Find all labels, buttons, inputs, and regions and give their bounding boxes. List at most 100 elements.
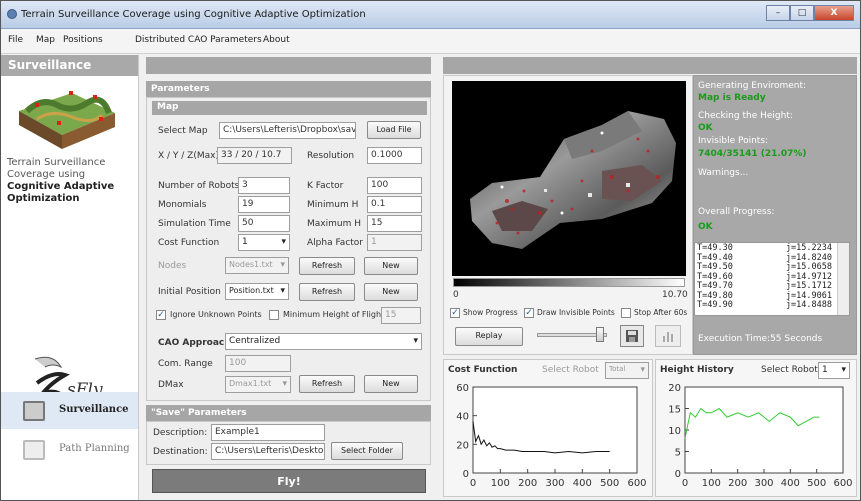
map-path-input[interactable]: C:\Users\Lefteris\Dropbox\savv xyxy=(219,122,356,139)
y-tick-label: 10 xyxy=(668,426,681,437)
height-history-title: Height History xyxy=(660,365,734,375)
y-tick-label: 0 xyxy=(675,469,681,480)
nodes-refresh-button[interactable]: Refresh xyxy=(299,257,355,275)
menu-positions[interactable]: Positions xyxy=(63,35,103,45)
ignore-unknown-checkbox[interactable]: ✓ xyxy=(156,310,166,320)
menu-about[interactable]: About xyxy=(263,35,290,45)
min-height-flight-checkbox[interactable] xyxy=(269,310,279,320)
x-tick-label: 0 xyxy=(470,478,476,489)
k-factor-input[interactable]: 100 xyxy=(367,177,422,194)
replay-button[interactable]: Replay xyxy=(455,327,523,346)
monomials-label: Monomials xyxy=(158,200,207,210)
terrain-logo xyxy=(19,91,115,149)
maximum-h-input[interactable]: 15 xyxy=(367,215,422,232)
position-new-button[interactable]: New xyxy=(364,283,418,301)
chart-view-button[interactable] xyxy=(655,325,681,347)
num-robots-input[interactable]: 3 xyxy=(238,177,290,194)
y-tick-label: 60 xyxy=(456,383,469,394)
app-icon xyxy=(7,9,17,19)
cost-function-chart: 02040600 100 200 300 400 500 600 xyxy=(456,383,646,489)
stop-after-checkbox[interactable] xyxy=(621,308,631,318)
cao-approach-select[interactable]: Centralized xyxy=(225,333,422,350)
log-scrollbar[interactable] xyxy=(837,243,849,315)
overall-ok-status: OK xyxy=(698,222,713,232)
load-file-button[interactable]: Load File xyxy=(367,121,421,139)
menu-map[interactable]: Map xyxy=(36,35,55,45)
com-range-input[interactable]: 100 xyxy=(225,355,291,372)
nav-surveillance-label: Surveillance xyxy=(59,404,129,415)
menu-distributed-cao-parameters[interactable]: Distributed CAO Parameters xyxy=(135,35,262,45)
minimize-button[interactable]: – xyxy=(766,5,790,21)
cost-select-robot-label: Select Robot xyxy=(542,365,599,375)
select-folder-button[interactable]: Select Folder xyxy=(331,442,403,460)
xyz-label: X / Y / Z(Max) xyxy=(158,151,219,161)
initial-position-label: Initial Position xyxy=(158,287,221,297)
cost-select-robot[interactable]: Total xyxy=(605,362,649,379)
bar-chart-icon xyxy=(663,332,673,342)
y-tick-label: 20 xyxy=(456,440,469,451)
destination-input[interactable]: C:\Users\Lefteris\Desktop xyxy=(211,443,325,460)
nodes-new-button[interactable]: New xyxy=(364,257,418,275)
minimum-h-label: Minimum H xyxy=(307,200,359,210)
dmax-refresh-button[interactable]: Refresh xyxy=(299,375,355,393)
height-select-robot-label: Select Robot xyxy=(761,365,818,375)
nodes-label: Nodes xyxy=(158,261,187,271)
initial-position-select[interactable]: Position.txt xyxy=(225,283,289,300)
terrain-map-view[interactable] xyxy=(452,81,686,276)
maximize-button[interactable]: □ xyxy=(790,5,814,21)
description-input[interactable]: Example1 xyxy=(211,424,325,441)
cost-function-select[interactable]: 1 xyxy=(238,234,290,251)
monitor-icon xyxy=(23,401,45,421)
y-tick-label: 20 xyxy=(668,383,681,394)
plot-area xyxy=(472,386,638,474)
replay-slider-thumb[interactable] xyxy=(595,327,604,342)
stop-after-label: Stop After 60s xyxy=(634,308,688,317)
x-tick-label: 100 xyxy=(702,478,721,489)
params-top-bar xyxy=(146,57,431,74)
log-row: T=49.90 j=14.8488 xyxy=(697,300,832,311)
show-progress-checkbox[interactable]: ✓ xyxy=(450,308,460,318)
y-tick-label: 15 xyxy=(668,405,681,416)
minimum-h-input[interactable]: 0.1 xyxy=(367,196,422,213)
monomials-input[interactable]: 19 xyxy=(238,196,290,213)
title-bar[interactable]: Terrain Surveillance Coverage using Cogn… xyxy=(1,1,860,29)
path-planning-icon xyxy=(23,440,45,460)
menu-bar: File Map Positions Distributed CAO Param… xyxy=(1,29,860,54)
x-tick-label: 100 xyxy=(491,478,510,489)
position-refresh-button[interactable]: Refresh xyxy=(299,283,355,301)
height-select-robot[interactable]: 1 xyxy=(818,362,850,379)
x-tick-label: 600 xyxy=(833,478,852,489)
draw-invisible-label: Draw Invisible Points xyxy=(537,308,615,317)
x-tick-label: 300 xyxy=(754,478,773,489)
nav-path-planning[interactable]: Path Planning xyxy=(1,431,138,468)
cao-approach-label: CAO Approach xyxy=(158,338,231,348)
draw-invisible-checkbox[interactable]: ✓ xyxy=(524,308,534,318)
x-tick-label: 400 xyxy=(573,478,592,489)
warnings-label: Warnings... xyxy=(698,168,749,178)
dmax-new-button[interactable]: New xyxy=(364,375,418,393)
x-tick-label: 500 xyxy=(807,478,826,489)
dmax-label: DMax xyxy=(158,380,184,390)
x-tick-label: 500 xyxy=(600,478,619,489)
select-map-label: Select Map xyxy=(158,126,208,136)
nodes-select[interactable]: Nodes1.txt xyxy=(225,257,289,274)
fly-button[interactable]: Fly! xyxy=(152,469,426,493)
nav-surveillance[interactable]: Surveillance xyxy=(1,392,138,429)
description-label: Description: xyxy=(153,428,208,438)
xyz-value: 33 / 20 / 10.7 xyxy=(217,147,292,164)
x-tick-label: 0 xyxy=(682,478,688,489)
menu-file[interactable]: File xyxy=(8,35,23,45)
checking-label: Checking the Height: xyxy=(698,111,793,121)
x-tick-label: 300 xyxy=(545,478,564,489)
sim-time-input[interactable]: 50 xyxy=(238,215,290,232)
progress-log[interactable]: T=49.30 j=15.2234 T=49.40 j=14.8240 T=49.50 j… xyxy=(694,242,850,316)
resolution-input[interactable]: 0.1000 xyxy=(367,147,422,164)
alpha-factor-input[interactable]: 1 xyxy=(367,234,422,251)
main-window: Terrain Surveillance Coverage using Cogn… xyxy=(0,0,861,501)
dmax-select[interactable]: Dmax1.txt xyxy=(225,376,291,393)
height-history-chart: 051015200 100 200 300 400 500 600 xyxy=(668,383,852,489)
close-button[interactable]: X xyxy=(814,5,854,21)
min-height-flight-input[interactable]: 15 xyxy=(381,307,421,324)
save-image-button[interactable] xyxy=(620,325,644,347)
x-tick-label: 200 xyxy=(518,478,537,489)
